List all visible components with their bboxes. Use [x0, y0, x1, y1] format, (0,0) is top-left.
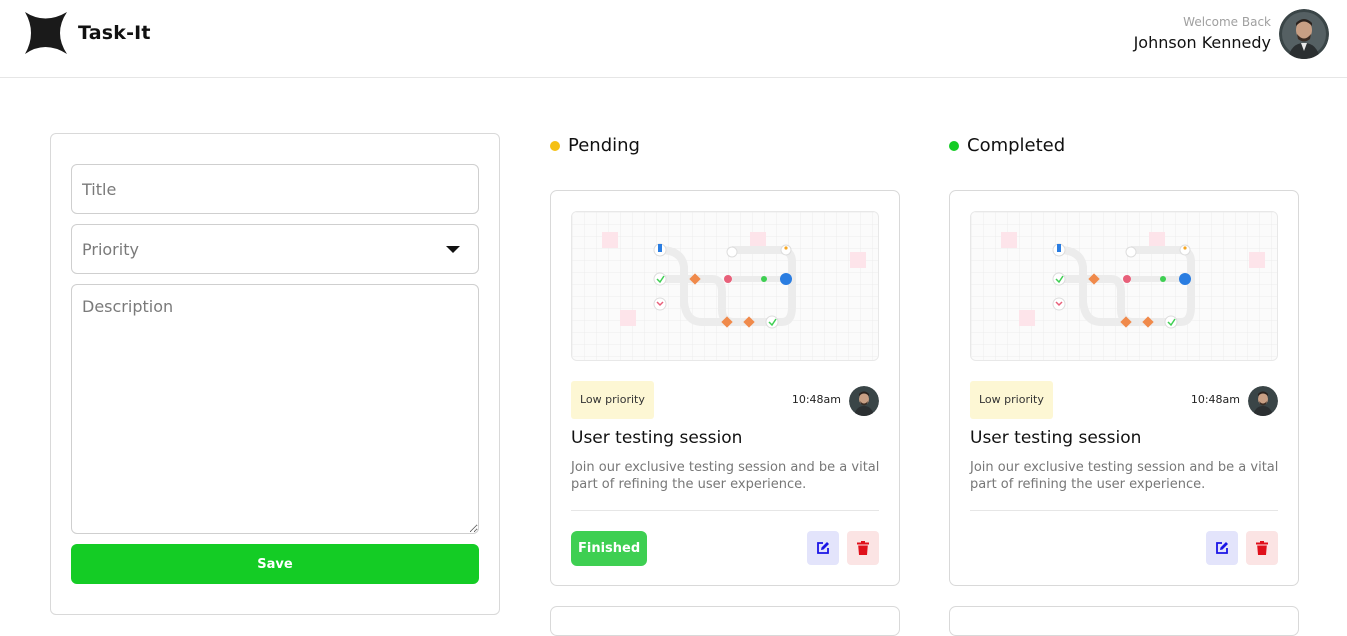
title-input[interactable]: [71, 164, 479, 214]
app-name: Task-It: [78, 22, 151, 44]
edit-icon: [817, 542, 829, 554]
description-textarea[interactable]: [71, 284, 479, 534]
status-dot: [949, 140, 959, 151]
task-description: Join our exclusive testing session and b…: [571, 460, 880, 492]
task-title: User testing session: [571, 428, 743, 448]
task-description: Join our exclusive testing session and b…: [970, 460, 1279, 492]
brand[interactable]: Task-It: [22, 11, 151, 55]
save-button[interactable]: Save: [71, 544, 479, 584]
caret-down-icon: [446, 245, 460, 253]
edit-button[interactable]: [807, 531, 839, 565]
task-card[interactable]: Low priority 10:48am User testing sessio…: [949, 190, 1299, 586]
top-bar: Task-It Welcome Back Johnson Kennedy: [0, 0, 1347, 78]
user-name: Johnson Kennedy: [1133, 33, 1271, 52]
priority-select[interactable]: Priority: [71, 224, 479, 274]
column-title: Completed: [967, 135, 1066, 156]
edit-icon: [1216, 542, 1228, 554]
task-title: User testing session: [970, 428, 1142, 448]
priority-placeholder: Priority: [82, 239, 139, 259]
task-card-next[interactable]: [550, 606, 900, 636]
priority-badge: Low priority: [571, 381, 654, 419]
task-card-next[interactable]: [949, 606, 1299, 636]
task-time: 10:48am: [1190, 393, 1240, 406]
status-dot: [550, 140, 560, 151]
user-info[interactable]: Welcome Back Johnson Kennedy: [1134, 9, 1329, 59]
delete-button[interactable]: [1246, 531, 1278, 565]
trash-icon: [1256, 541, 1268, 555]
assignee-avatar: [1248, 386, 1278, 416]
delete-button[interactable]: [847, 531, 879, 565]
trash-icon: [857, 541, 869, 555]
column-title: Pending: [568, 135, 640, 156]
task-time: 10:48am: [791, 393, 841, 406]
task-form: Priority Save: [50, 133, 500, 615]
divider: [970, 510, 1278, 511]
task-thumbnail: [970, 211, 1278, 361]
edit-button[interactable]: [1206, 531, 1238, 565]
user-avatar[interactable]: [1279, 9, 1329, 59]
column-header-pending: Pending: [550, 135, 640, 156]
divider: [571, 510, 879, 511]
task-card[interactable]: Low priority 10:48am User testing sessio…: [550, 190, 900, 586]
task-thumbnail: [571, 211, 879, 361]
welcome-text: Welcome Back: [1183, 15, 1271, 29]
priority-badge: Low priority: [970, 381, 1053, 419]
column-header-completed: Completed: [949, 135, 1065, 156]
assignee-avatar: [849, 386, 879, 416]
finished-button[interactable]: Finished: [571, 531, 648, 566]
sparkle-logo-icon: [25, 12, 67, 54]
